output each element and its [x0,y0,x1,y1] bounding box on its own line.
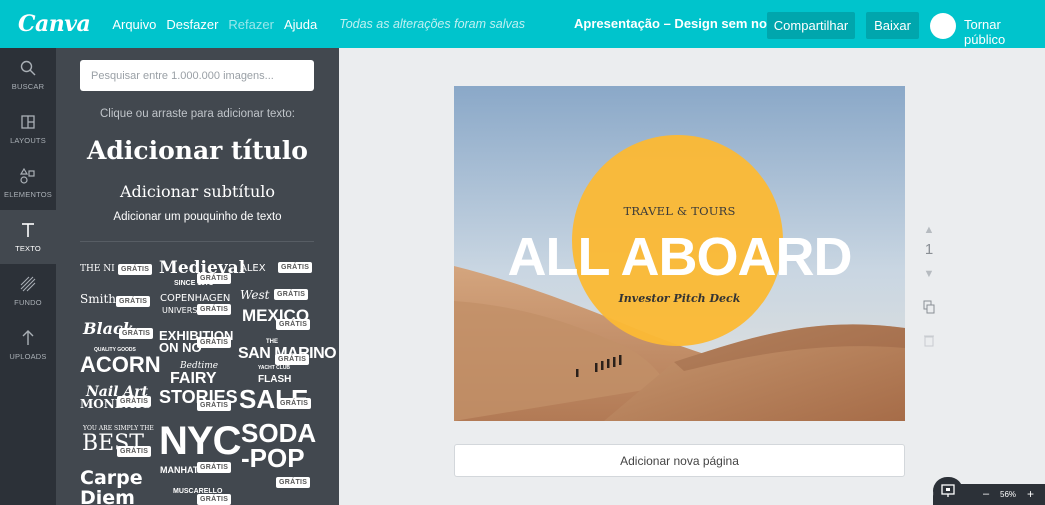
free-badge: GRÁTIS [276,477,311,488]
rail-item-buscar[interactable]: BUSCAR [0,48,56,102]
elements-icon [19,167,35,184]
text-template[interactable]: UNIVERSI [162,307,200,315]
image-search-input[interactable]: Pesquisar entre 1.000.000 imagens... [80,60,314,91]
present-icon [941,484,955,497]
text-panel: Pesquisar entre 1.000.000 imagens... Cli… [56,48,339,505]
rail-item-uploads[interactable]: UPLOADS [0,318,56,372]
document-title[interactable]: Apresentação – Design sem nome [574,16,786,31]
text-template[interactable]: FAIRY [170,371,217,387]
panel-hint: Clique ou arraste para adicionar texto: [100,108,295,120]
rail-item-layouts[interactable]: LAYOUTS [0,102,56,156]
text-template[interactable]: Diem [80,489,135,505]
text-icon [22,223,34,237]
free-badge: GRÁTIS [197,304,232,315]
rail-item-texto[interactable]: TEXTO [0,210,56,264]
free-badge: GRÁTIS [116,296,151,307]
rail-label: FUNDO [14,298,42,307]
rail-label: BUSCAR [11,82,45,91]
slide-page[interactable]: TRAVEL & TOURS ALL ABOARD Investor Pitch… [454,86,905,421]
free-badge: GRÁTIS [276,319,311,330]
zoom-level[interactable]: 56% [1000,490,1016,499]
add-page-button[interactable]: Adicionar nova página [454,444,905,477]
layouts-icon [21,115,35,129]
background-icon [20,276,36,292]
free-badge: GRÁTIS [197,462,232,473]
text-template[interactable]: NYC [159,421,241,461]
panel-divider [80,241,314,242]
publish-toggle[interactable] [930,13,956,39]
add-body-text-button[interactable]: Adicionar um pouquinho de texto [56,211,339,223]
free-badge: GRÁTIS [118,264,153,275]
menu-arquivo[interactable]: Arquivo [112,17,156,32]
menu-refazer[interactable]: Refazer [228,17,274,32]
text-template[interactable]: Smith [80,293,116,305]
text-template[interactable]: THE NI [80,265,115,274]
canva-logo[interactable]: Canva [18,11,91,37]
delete-page-icon[interactable] [923,333,935,347]
download-button[interactable]: Baixar [866,12,919,39]
add-title-button[interactable]: Adicionar título [56,136,339,165]
text-template[interactable]: ACORN [80,354,161,376]
share-button[interactable]: Compartilhar [767,12,855,39]
zoom-in-button[interactable]: + [1027,487,1034,501]
zoom-out-button[interactable]: – [983,488,989,500]
canvas-area: TRAVEL & TOURS ALL ABOARD Investor Pitch… [339,48,1045,505]
free-badge: GRÁTIS [277,398,312,409]
text-template[interactable]: West [240,289,269,301]
text-template[interactable]: Carpe [80,469,143,488]
move-down-icon[interactable]: ▼ [923,268,935,280]
text-template[interactable]: ON NO [159,341,202,354]
slide-kicker[interactable]: TRAVEL & TOURS [454,204,905,218]
present-button[interactable] [933,477,963,505]
text-template[interactable]: COPENHAGEN [160,294,230,304]
menu-desfazer[interactable]: Desfazer [166,17,218,32]
text-template[interactable]: ALEX [240,264,266,274]
save-status: Todas as alterações foram salvas [339,17,525,31]
free-badge: GRÁTIS [197,273,232,284]
free-badge: GRÁTIS [278,262,313,273]
publish-label[interactable]: Tornar público [964,17,1045,47]
page-number: 1 [924,241,934,258]
text-template[interactable]: YACHT CLUB [258,366,290,371]
move-up-icon[interactable]: ▲ [923,224,935,236]
rail-label: UPLOADS [9,352,47,361]
free-badge: GRÁTIS [197,494,232,505]
menu-ajuda[interactable]: Ajuda [284,17,317,32]
text-template[interactable]: -POP [241,445,305,471]
add-subtitle-button[interactable]: Adicionar subtítulo [56,182,339,201]
slide-title[interactable]: ALL ABOARD [454,226,905,288]
top-bar: Canva Arquivo Desfazer Refazer Ajuda Tod… [0,0,1045,48]
rail-item-elementos[interactable]: ELEMENTOS [0,156,56,210]
slide-subtitle[interactable]: Investor Pitch Deck [454,292,905,305]
rail-label: ELEMENTOS [4,190,52,199]
free-badge: GRÁTIS [275,354,310,365]
left-rail: BUSCAR LAYOUTS ELEMENTOS TEXTO FUNDO UPL… [0,48,56,505]
free-badge: GRÁTIS [117,446,152,457]
free-badge: GRÁTIS [197,337,232,348]
free-badge: GRÁTIS [274,289,309,300]
free-badge: GRÁTIS [119,328,154,339]
upload-icon [22,330,34,345]
free-badge: GRÁTIS [117,396,152,407]
search-icon [20,60,36,76]
rail-item-fundo[interactable]: FUNDO [0,264,56,318]
rail-label: LAYOUTS [10,136,46,145]
rail-label: TEXTO [15,244,41,253]
free-badge: GRÁTIS [197,400,232,411]
duplicate-page-icon[interactable] [923,300,935,314]
